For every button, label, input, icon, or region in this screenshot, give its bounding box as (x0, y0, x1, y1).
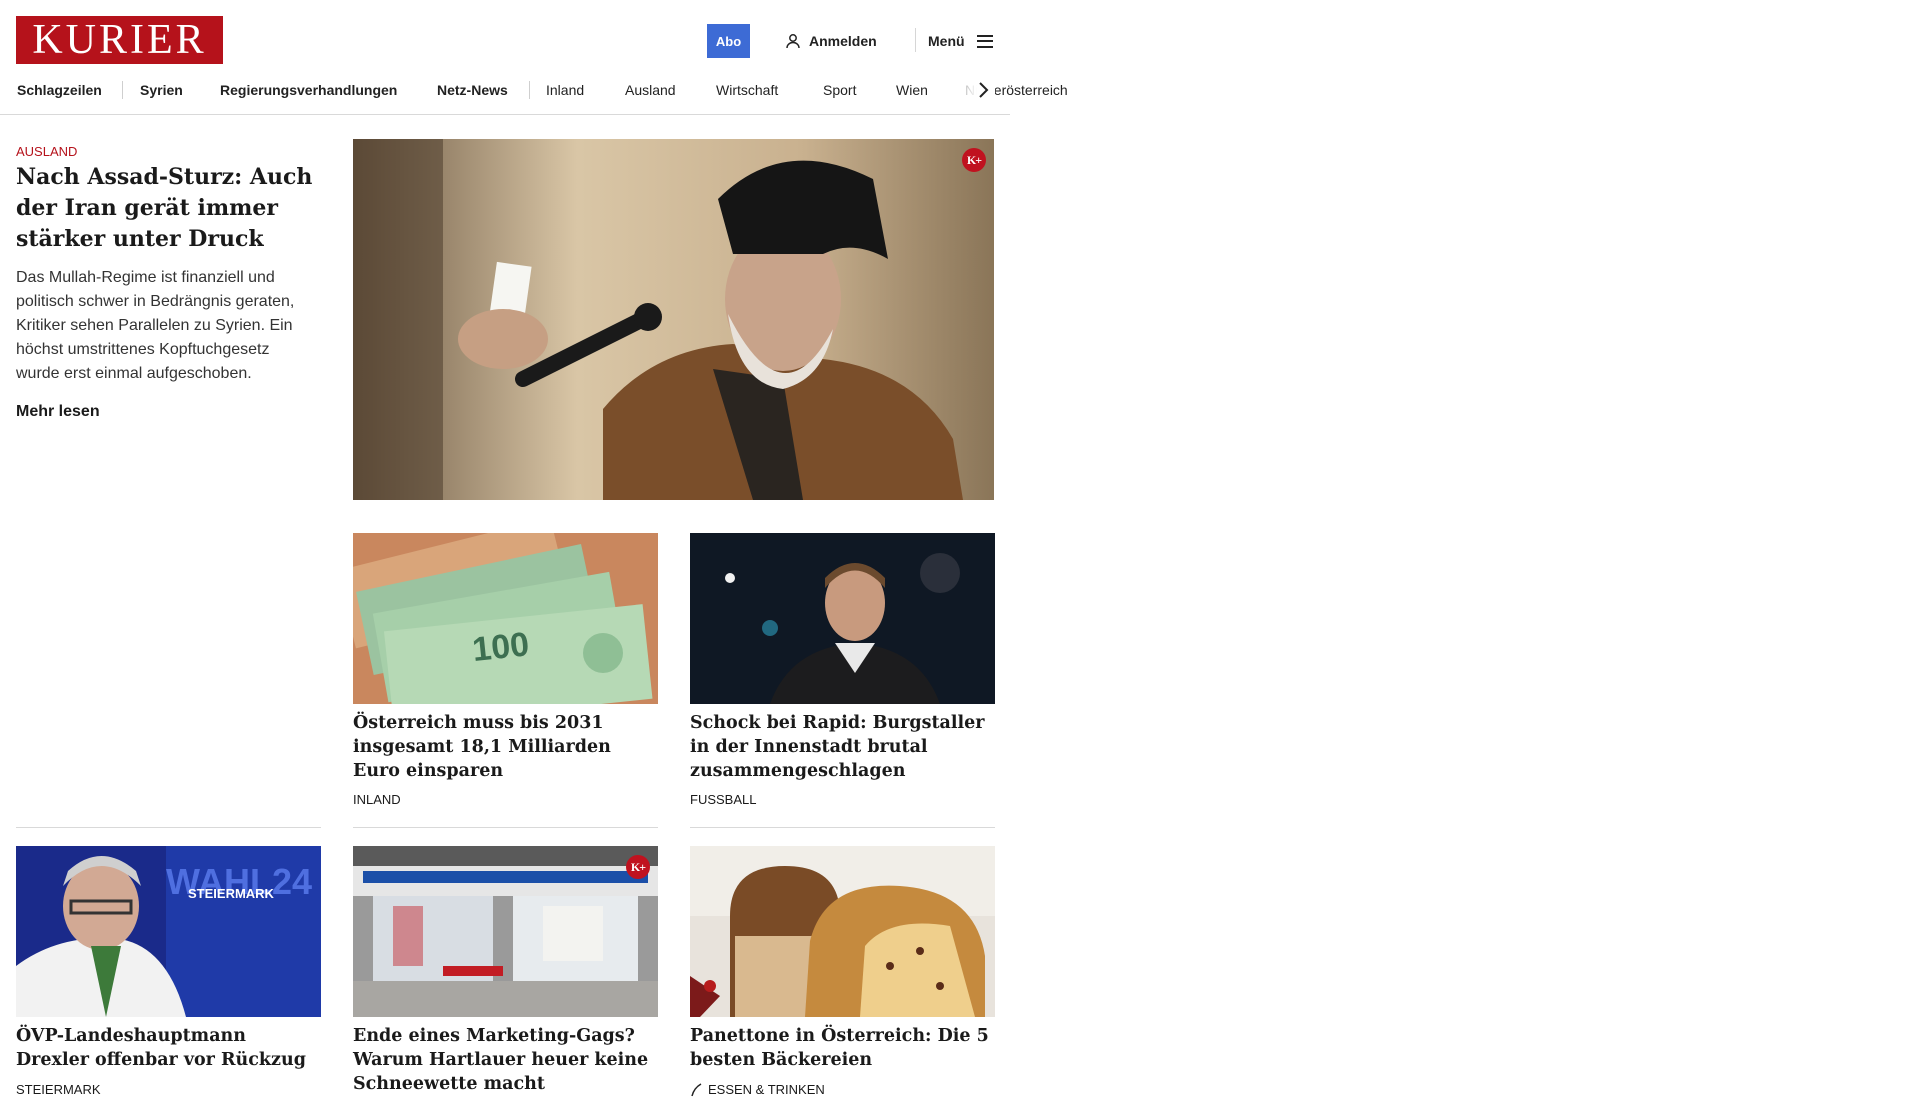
lead-image[interactable]: K+ (353, 139, 994, 500)
nav-item-netz-news[interactable]: Netz-News (437, 80, 508, 100)
card-headline[interactable]: ÖVP-Landeshauptmann Drexler offenbar vor… (16, 1024, 321, 1072)
nav-item-inland[interactable]: Inland (546, 80, 584, 100)
login-link[interactable]: Anmelden (785, 28, 877, 54)
card-kicker-with-icon[interactable]: ESSEN & TRINKEN (690, 1082, 825, 1098)
nav-item-syrien[interactable]: Syrien (140, 80, 183, 100)
menu-label: Menü (928, 33, 965, 49)
menu-button[interactable]: Menü (928, 28, 993, 54)
nav-item-wirtschaft[interactable]: Wirtschaft (716, 80, 778, 100)
page: KURIER Abo Anmelden Menü Schlagzeilen Sy… (0, 0, 1068, 1097)
card-kicker[interactable]: STEIERMARK (16, 1082, 101, 1098)
card-headline[interactable]: Ende eines Marketing-Gags? Warum Hartlau… (353, 1024, 658, 1096)
premium-badge: K+ (626, 855, 650, 879)
hamburger-icon (976, 34, 993, 48)
football-player-photo (690, 533, 995, 704)
panettone-photo (690, 846, 995, 1017)
store-front-photo (353, 846, 658, 1017)
card-image-euro-banknotes[interactable]: 100 (353, 533, 658, 704)
nav-item-wien[interactable]: Wien (896, 80, 928, 100)
lead-kicker[interactable]: AUSLAND (16, 144, 77, 160)
row-divider (353, 827, 658, 828)
nav-divider (122, 81, 123, 99)
nav-item-ausland[interactable]: Ausland (625, 80, 676, 100)
nav-item-sport[interactable]: Sport (823, 80, 856, 100)
login-label: Anmelden (809, 33, 877, 49)
card-image-panettone[interactable] (690, 846, 995, 1017)
abo-button[interactable]: Abo (707, 24, 750, 58)
row-divider (690, 827, 995, 828)
card-headline[interactable]: Panettone in Österreich: Die 5 bes­ten B… (690, 1024, 995, 1072)
kurier-logo[interactable]: KURIER (16, 16, 223, 64)
card-image-election[interactable]: WAHL24 STEIERMARK (16, 846, 321, 1017)
section-nav: Schlagzeilen Syrien Regierungsverhandlun… (0, 72, 1068, 115)
card-image-store-front[interactable]: K+ (353, 846, 658, 1017)
nav-divider (529, 81, 530, 99)
nav-item-schlagzeilen[interactable]: Schlagzeilen (17, 80, 102, 100)
feather-icon (691, 1083, 702, 1097)
read-more-link[interactable]: Mehr lesen (16, 403, 100, 421)
header-divider (915, 28, 916, 52)
user-icon (786, 34, 800, 49)
card-kicker[interactable]: INLAND (353, 792, 401, 808)
nav-item-regierungsverhandlungen[interactable]: Regierungsverhandlungen (220, 80, 397, 100)
card-headline[interactable]: Österreich muss bis 2031 insge­samt 18,1… (353, 711, 658, 783)
premium-badge: K+ (962, 148, 986, 172)
lead-teaser: Das Mullah-Regime ist finanziell und pol… (16, 269, 295, 382)
card-image-football-player[interactable] (690, 533, 995, 704)
card-headline[interactable]: Schock bei Rapid: Burgstaller in der Inn… (690, 711, 995, 783)
election-photo: WAHL24 STEIERMARK (16, 846, 321, 1017)
chevron-right-icon[interactable] (973, 80, 993, 100)
card-kicker[interactable]: FUSSBALL (690, 792, 756, 808)
portrait-photo (353, 139, 994, 500)
row-divider (16, 827, 321, 828)
lead-headline[interactable]: Nach Assad-Sturz: Auch der Iran gerät im… (16, 162, 321, 255)
card-kicker: ESSEN & TRINKEN (708, 1082, 825, 1097)
svg-text:STEIERMARK: STEIERMARK (188, 886, 275, 901)
euro-banknotes-photo: 100 (353, 533, 658, 704)
svg-text:100: 100 (471, 625, 531, 669)
